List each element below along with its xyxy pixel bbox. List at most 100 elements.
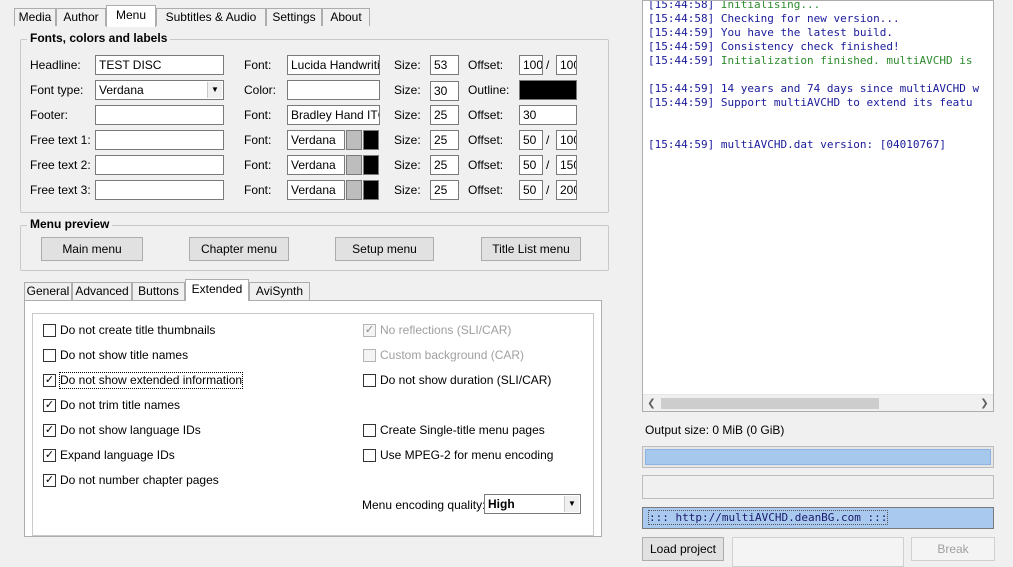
headline-label: Headline: xyxy=(30,58,81,72)
footer-font-input[interactable]: Bradley Hand ITC xyxy=(287,105,380,125)
checkbox-single-title-menu-pages[interactable] xyxy=(363,424,376,437)
free-text-1-offset-label: Offset: xyxy=(468,133,504,147)
tab-author[interactable]: Author xyxy=(56,8,106,26)
free-text-1-outline-swatch[interactable] xyxy=(346,130,362,150)
free-text-1-color-swatch[interactable] xyxy=(363,130,379,150)
setup-menu-button[interactable]: Setup menu xyxy=(335,237,434,261)
log-horizontal-scrollbar[interactable]: ❮ ❯ xyxy=(643,394,993,411)
title-list-menu-button[interactable]: Title List menu xyxy=(481,237,581,261)
font-type-select[interactable]: Verdana ▼ xyxy=(95,80,224,100)
headline-font-label: Font: xyxy=(244,58,272,72)
url-link[interactable]: ::: http://multiAVCHD.deanBG.com ::: xyxy=(642,507,994,529)
check-icon: ✓ xyxy=(44,374,55,386)
color-input[interactable] xyxy=(287,80,380,100)
status-box xyxy=(642,475,994,499)
fonttype-size-input[interactable]: 30 xyxy=(430,81,459,101)
chapter-menu-button[interactable]: Chapter menu xyxy=(189,237,289,261)
free-text-1-size-label: Size: xyxy=(394,133,421,147)
subtab-advanced[interactable]: Advanced xyxy=(72,282,132,300)
no-number-chapter-pages-label: Do not number chapter pages xyxy=(60,473,219,487)
headline-font-input[interactable]: Lucida Handwriting xyxy=(287,55,380,75)
free-text-2-color-swatch[interactable] xyxy=(363,155,379,175)
log-line-time: [15:44:59] xyxy=(648,82,715,95)
tab-media[interactable]: Media xyxy=(14,8,56,26)
checkbox-no-trim-title-names[interactable]: ✓ xyxy=(43,399,56,412)
free-text-2-offset-label: Offset: xyxy=(468,158,504,172)
output-size-label: Output size: 0 MiB (0 GiB) xyxy=(645,423,785,437)
free-text-2-outline-swatch[interactable] xyxy=(346,155,362,175)
log-line-time: [15:44:59] xyxy=(648,26,715,39)
subtab-buttons[interactable]: Buttons xyxy=(132,282,185,300)
subtab-general[interactable]: General xyxy=(24,282,72,300)
headline-offset-y-input[interactable]: 100 xyxy=(556,55,577,75)
chevron-down-icon[interactable]: ▼ xyxy=(564,496,579,512)
free-text-1-label: Free text 1: xyxy=(30,133,91,147)
tab-subtitles-audio[interactable]: Subtitles & Audio xyxy=(156,8,266,26)
checkbox-use-mpeg2[interactable] xyxy=(363,449,376,462)
free-text-2-offset-y-input[interactable]: 150 xyxy=(556,155,577,175)
headline-size-input[interactable]: 53 xyxy=(430,55,459,75)
check-icon: ✓ xyxy=(44,424,55,436)
free-text-3-offset-x-input[interactable]: 50 xyxy=(519,180,543,200)
footer-offset-input[interactable]: 30 xyxy=(519,105,577,125)
no-show-duration-label: Do not show duration (SLI/CAR) xyxy=(380,373,552,387)
footer-input[interactable] xyxy=(95,105,224,125)
tab-menu[interactable]: Menu xyxy=(106,5,156,27)
free-text-1-font-input[interactable]: Verdana xyxy=(287,130,345,150)
outline-color-swatch[interactable] xyxy=(519,80,577,100)
start-button[interactable] xyxy=(732,537,904,567)
free-text-1-offset-y-input[interactable]: 100 xyxy=(556,130,577,150)
free-text-3-outline-swatch[interactable] xyxy=(346,180,362,200)
free-text-3-color-swatch[interactable] xyxy=(363,180,379,200)
subtab-avisynth[interactable]: AviSynth xyxy=(249,282,310,300)
footer-size-input[interactable]: 25 xyxy=(430,105,459,125)
menu-encoding-quality-select[interactable]: High ▼ xyxy=(484,494,581,514)
headline-offset-x-input[interactable]: 100 xyxy=(519,55,543,75)
checkbox-custom-background[interactable] xyxy=(363,349,376,362)
font-type-value: Verdana xyxy=(99,83,144,97)
headline-input[interactable]: TEST DISC xyxy=(95,55,224,75)
headline-offset-slash: / xyxy=(546,58,550,72)
free-text-3-font-input[interactable]: Verdana xyxy=(287,180,345,200)
checkbox-no-reflections[interactable]: ✓ xyxy=(363,324,376,337)
font-type-label: Font type: xyxy=(30,83,84,97)
main-menu-button[interactable]: Main menu xyxy=(41,237,143,261)
subtab-extended[interactable]: Extended xyxy=(185,279,249,301)
scroll-left-icon[interactable]: ❮ xyxy=(643,395,660,411)
log-line-text: You have the latest build. xyxy=(720,26,894,39)
scroll-right-icon[interactable]: ❯ xyxy=(976,395,993,411)
free-text-2-input[interactable] xyxy=(95,155,224,175)
single-title-menu-pages-label: Create Single-title menu pages xyxy=(380,423,545,437)
checkbox-no-language-ids[interactable]: ✓ xyxy=(43,424,56,437)
scrollbar-thumb[interactable] xyxy=(661,398,879,409)
free-text-1-input[interactable] xyxy=(95,130,224,150)
free-text-3-size-input[interactable]: 25 xyxy=(430,180,459,200)
free-text-2-offset-x-input[interactable]: 50 xyxy=(519,155,543,175)
free-text-2-size-input[interactable]: 25 xyxy=(430,155,459,175)
free-text-2-font-input[interactable]: Verdana xyxy=(287,155,345,175)
checkbox-expand-language-ids[interactable]: ✓ xyxy=(43,449,56,462)
log-console[interactable]: [15:44:58] Initialising... [15:44:58] Che… xyxy=(642,0,994,412)
footer-font-label: Font: xyxy=(244,108,272,122)
checkbox-no-extended-info[interactable]: ✓ xyxy=(43,374,56,387)
free-text-3-offset-y-input[interactable]: 200 xyxy=(556,180,577,200)
menu-preview-title: Menu preview xyxy=(27,217,113,231)
checkbox-no-title-thumbnails[interactable] xyxy=(43,324,56,337)
free-text-1-size-input[interactable]: 25 xyxy=(430,130,459,150)
free-text-1-offset-x-input[interactable]: 50 xyxy=(519,130,543,150)
tab-settings[interactable]: Settings xyxy=(266,8,322,26)
chevron-down-icon[interactable]: ▼ xyxy=(207,82,222,98)
load-project-button[interactable]: Load project xyxy=(642,537,724,561)
outline-label: Outline: xyxy=(468,83,510,97)
url-text[interactable]: ::: http://multiAVCHD.deanBG.com ::: xyxy=(647,510,889,525)
log-line-time: [15:44:58] xyxy=(648,12,715,25)
use-mpeg2-label: Use MPEG-2 for menu encoding xyxy=(380,448,554,462)
checkbox-no-number-chapter-pages[interactable]: ✓ xyxy=(43,474,56,487)
log-line-text: Initialization finished. multiAVCHD is xyxy=(720,54,973,67)
checkbox-no-title-names[interactable] xyxy=(43,349,56,362)
log-line-text: Consistency check finished! xyxy=(720,40,900,53)
free-text-3-input[interactable] xyxy=(95,180,224,200)
break-button[interactable]: Break xyxy=(911,537,995,561)
tab-about[interactable]: About xyxy=(322,8,370,26)
checkbox-no-show-duration[interactable] xyxy=(363,374,376,387)
